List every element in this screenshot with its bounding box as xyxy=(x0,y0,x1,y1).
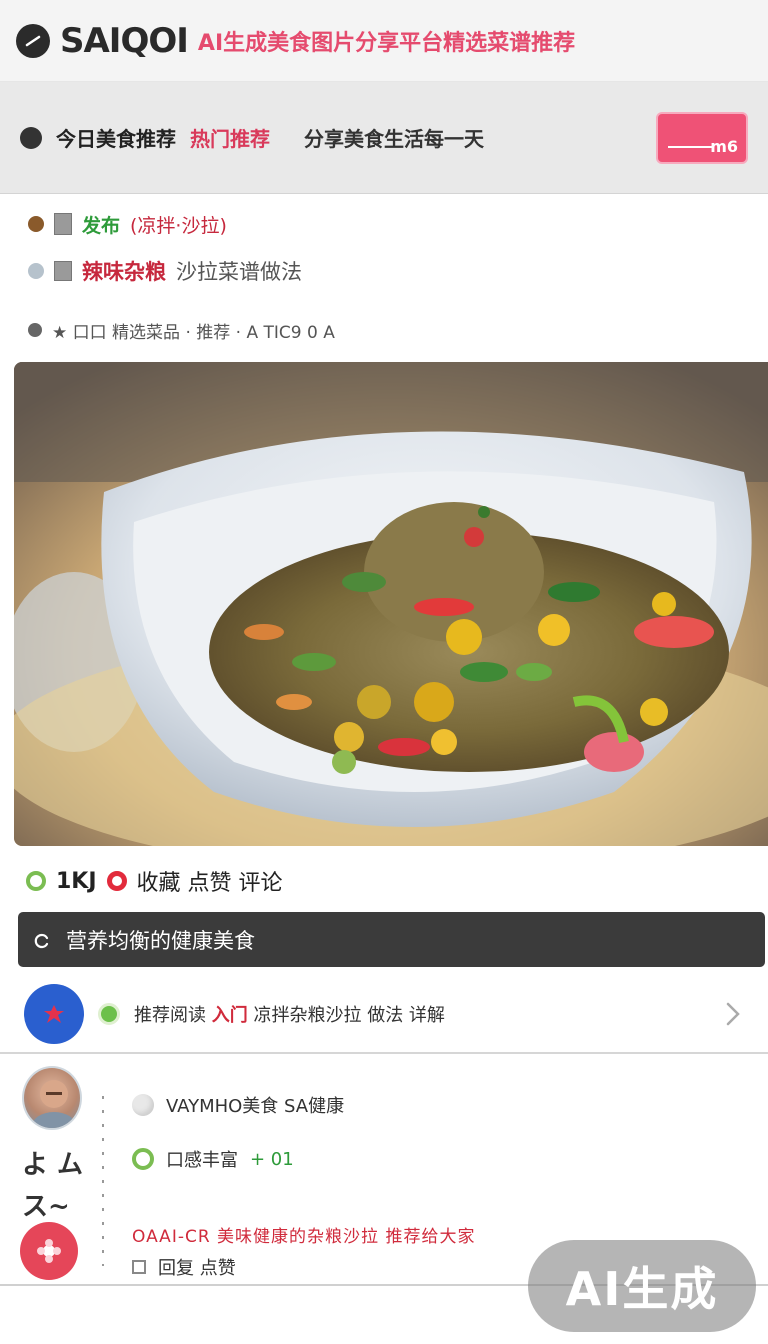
highlight-banner[interactable]: 营养均衡的健康美食 xyxy=(18,912,765,967)
comment-line-1: VAYMHO美食 SA健康 xyxy=(132,1092,344,1118)
bug-icon xyxy=(44,1005,64,1023)
list-item-tag: 入门 xyxy=(211,1005,248,1026)
face-icon xyxy=(32,1080,76,1128)
list-item-text: 推荐阅读 入门 凉拌杂粮沙拉 做法 详解 xyxy=(134,1001,708,1027)
bullet-icon xyxy=(28,263,44,279)
status-dot-icon xyxy=(98,1003,120,1025)
bullet-icon xyxy=(28,323,42,337)
recipe-title-highlight: 辣味杂粮 xyxy=(82,260,166,284)
comment-like-count: + 01 xyxy=(250,1148,294,1170)
meta-row-3: ★ 口口 精选菜品 · 推荐 · A TIC9 0 A xyxy=(28,314,748,346)
food-photo[interactable] xyxy=(14,362,768,846)
salad-bowl-image xyxy=(14,362,768,846)
user-avatar[interactable] xyxy=(22,1066,82,1130)
square-icon xyxy=(54,261,72,281)
timeline-divider xyxy=(102,1096,104,1266)
handwritten-note-1: よ ム xyxy=(22,1150,84,1180)
circle-logo-icon[interactable] xyxy=(16,23,50,58)
rating-label: 收藏 点赞 评论 xyxy=(136,871,283,896)
sub-header-tag[interactable]: 热门推荐 xyxy=(190,123,270,152)
add-comment-button[interactable] xyxy=(20,1222,78,1280)
sub-header-title: 今日美食推荐 xyxy=(56,127,176,151)
list-item[interactable]: 推荐阅读 入门 凉拌杂粮沙拉 做法 详解 xyxy=(0,976,768,1054)
chevron-right-icon[interactable] xyxy=(722,999,744,1029)
action-button-label: m6 xyxy=(710,136,738,156)
top-bar: SAIQOI AI生成美食图片分享平台精选菜谱推荐 xyxy=(0,0,768,82)
dot-icon xyxy=(20,126,42,149)
comment-author[interactable]: VAYMHO美食 SA健康 xyxy=(166,1092,344,1118)
recipe-meta-info: ★ 口口 精选菜品 · 推荐 · A TIC9 0 A xyxy=(52,322,335,343)
like-icon[interactable] xyxy=(26,871,46,891)
button-line-icon xyxy=(668,145,712,148)
list-item-suffix: 凉拌杂粮沙拉 做法 详解 xyxy=(253,1005,445,1026)
rating-row: 1KJ 收藏 点赞 评论 xyxy=(26,864,283,898)
ai-generated-badge: AI生成 xyxy=(528,1240,756,1332)
comment-line-2: 口感丰富 + 01 xyxy=(132,1146,294,1172)
bullet-icon xyxy=(132,1094,154,1116)
publish-tag[interactable]: 发布 xyxy=(82,211,120,238)
sub-header-caption: 分享美食生活每一天 xyxy=(304,127,484,151)
comment-actions[interactable]: 回复 点赞 xyxy=(158,1254,236,1280)
like-count: 1KJ xyxy=(56,868,97,894)
handwritten-note-2: ス~ xyxy=(22,1192,70,1222)
category-tag[interactable]: (凉拌·沙拉) xyxy=(130,211,227,238)
action-button[interactable]: m6 xyxy=(656,111,748,164)
avatar[interactable] xyxy=(24,984,84,1044)
bullet-icon xyxy=(28,216,44,232)
checkbox-icon[interactable] xyxy=(132,1260,146,1274)
reply-icon xyxy=(34,933,49,948)
like-icon[interactable] xyxy=(132,1148,154,1170)
app-subtitle: AI生成美食图片分享平台精选菜谱推荐 xyxy=(197,30,576,56)
meta-row-2: 辣味杂粮 沙拉菜谱做法 xyxy=(28,255,748,287)
recipe-title: 沙拉菜谱做法 xyxy=(176,260,302,284)
meta-row-1: 发布 (凉拌·沙拉) xyxy=(28,208,748,240)
comment-line-3: OAAI-CR 美味健康的杂粮沙拉 推荐给大家 xyxy=(132,1222,475,1247)
banner-text: 营养均衡的健康美食 xyxy=(66,928,255,953)
list-item-prefix: 推荐阅读 xyxy=(134,1005,206,1026)
document-icon xyxy=(54,213,72,235)
comment-highlight: OAAI-CR 美味健康的杂粮沙拉 推荐给大家 xyxy=(132,1227,476,1247)
favorite-icon[interactable] xyxy=(106,871,127,891)
comment-line-4: 回复 点赞 xyxy=(132,1254,236,1280)
comment-text: 口感丰富 xyxy=(166,1150,238,1171)
sub-header: 今日美食推荐 热门推荐 分享美食生活每一天 m6 xyxy=(0,82,768,194)
flower-icon xyxy=(37,1239,61,1263)
app-page: SAIQOI AI生成美食图片分享平台精选菜谱推荐 今日美食推荐 热门推荐 分享… xyxy=(0,0,768,1344)
app-title: SAIQOI xyxy=(60,20,189,61)
